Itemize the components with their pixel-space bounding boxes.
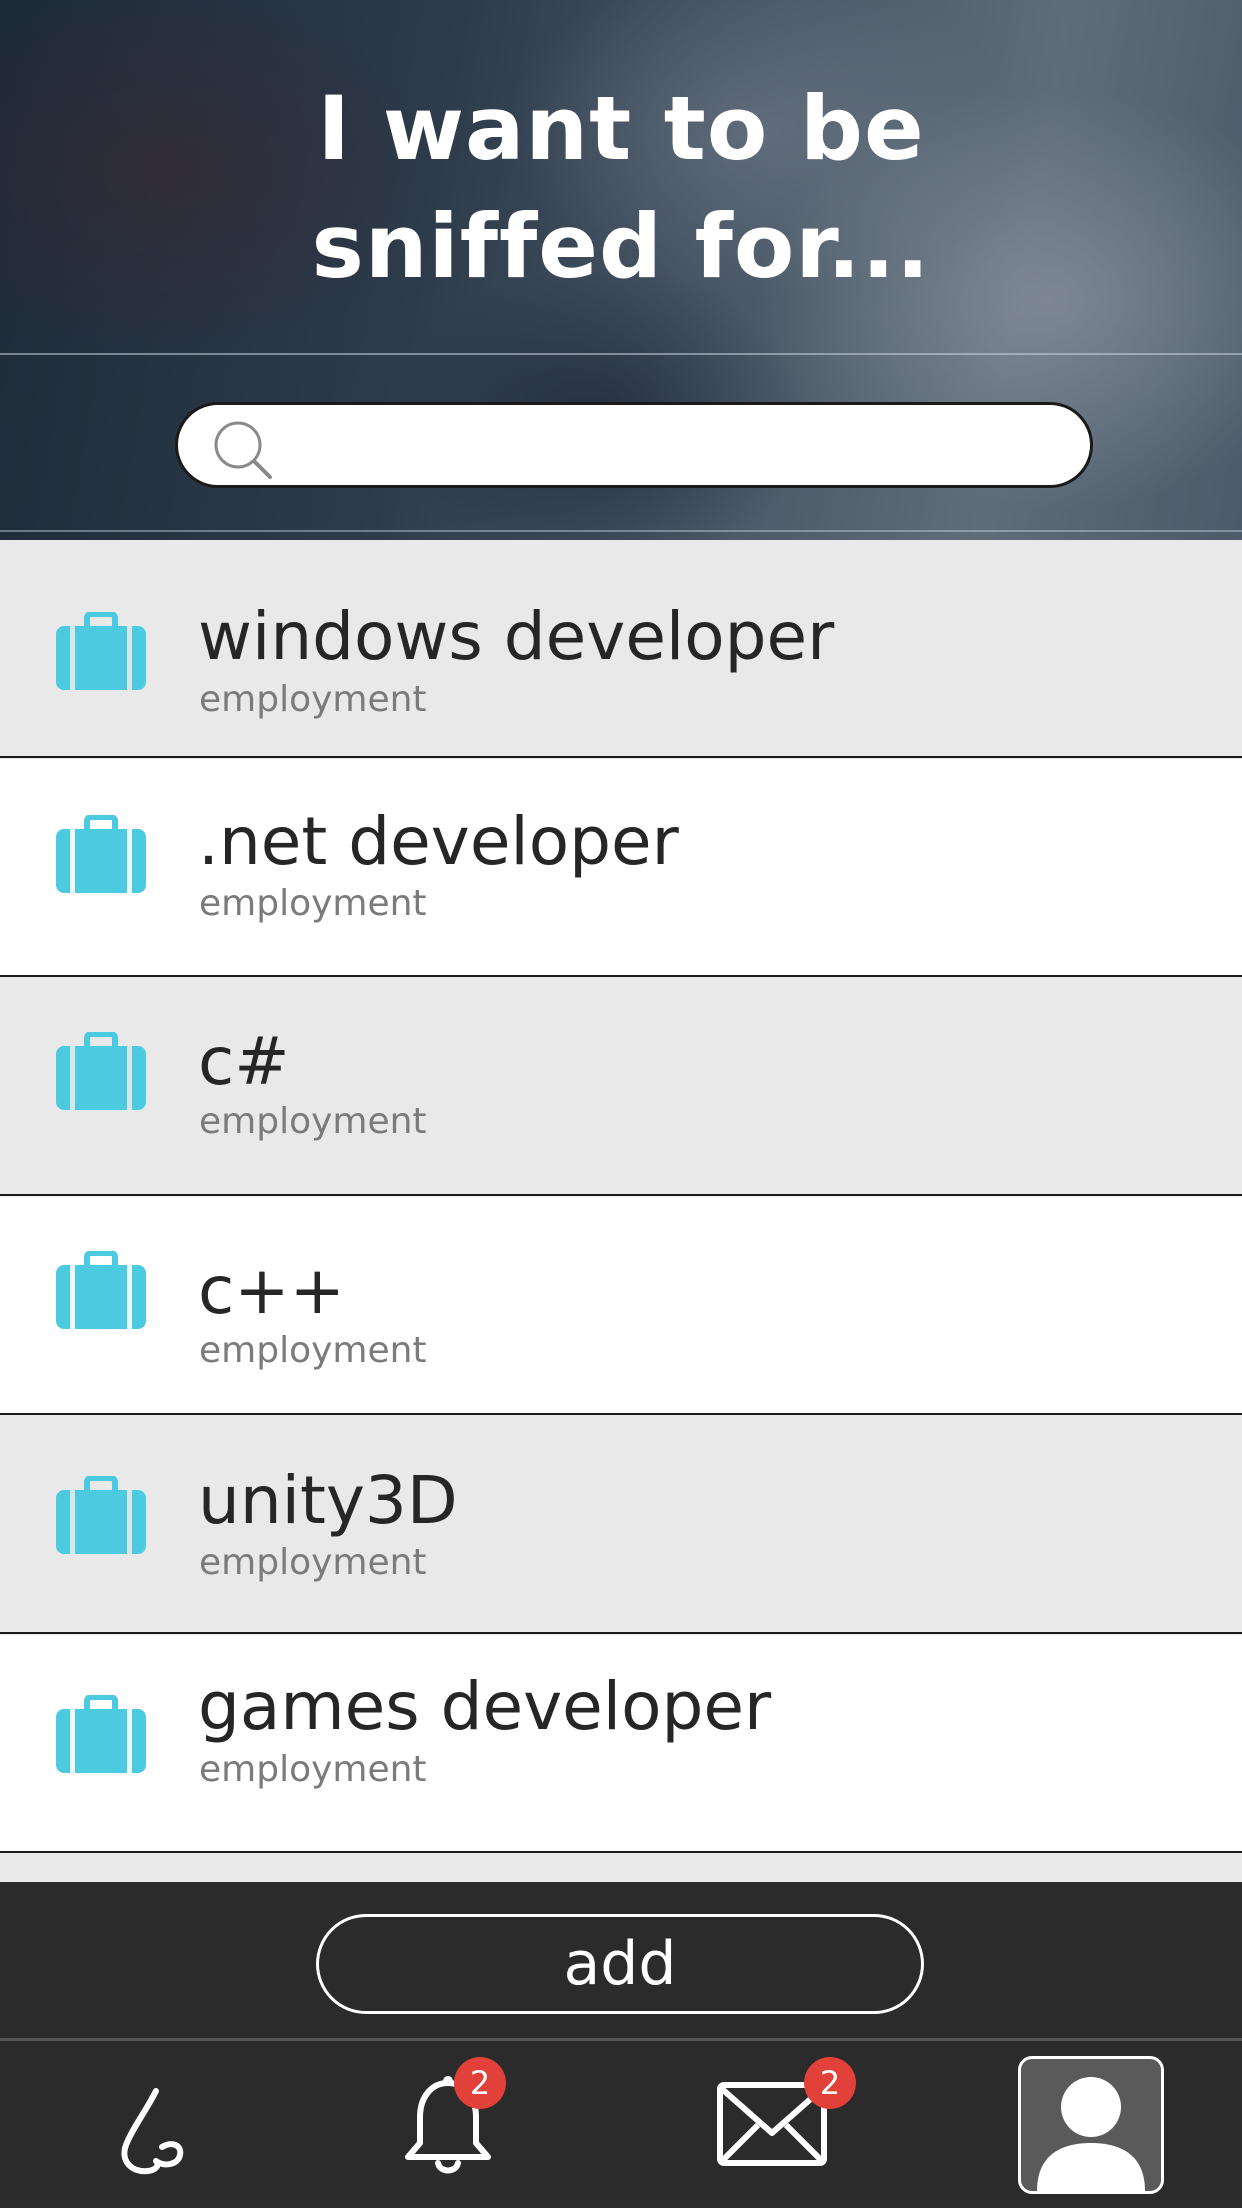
list-item[interactable]: c++ employment — [0, 1197, 1242, 1415]
tab-bar: 2 2 — [0, 2041, 1242, 2208]
header-divider-top — [0, 353, 1242, 355]
list-item-title: c# — [198, 1023, 290, 1100]
list-item-category: employment — [199, 679, 427, 720]
list-item[interactable]: games developer employment — [0, 1635, 1242, 1853]
profile-icon — [1037, 2077, 1145, 2191]
list-item-category: employment — [199, 1542, 427, 1583]
tab-profile[interactable] — [1018, 2056, 1164, 2194]
list-item[interactable]: unity3D employment — [0, 1416, 1242, 1634]
interest-list: windows developer employment .net develo… — [0, 540, 1242, 1882]
list-item[interactable]: .net developer employment — [0, 759, 1242, 977]
add-bar: add — [0, 1882, 1242, 2038]
list-item-title: games developer — [198, 1668, 772, 1745]
briefcase-icon — [56, 815, 146, 893]
add-button[interactable]: add — [316, 1914, 924, 2014]
notifications-badge: 2 — [454, 2057, 506, 2109]
briefcase-icon — [56, 1251, 146, 1329]
list-item-category: employment — [199, 1330, 427, 1371]
page-title-line-2: sniffed for... — [311, 195, 931, 298]
page-title-line-1: I want to be — [317, 77, 925, 180]
tab-messages[interactable]: 2 — [716, 2057, 856, 2181]
briefcase-icon — [56, 1476, 146, 1554]
briefcase-icon — [56, 1695, 146, 1773]
briefcase-icon — [56, 612, 146, 690]
list-item-category: employment — [199, 883, 427, 924]
list-item-title: c++ — [198, 1252, 345, 1329]
search-icon — [214, 421, 272, 479]
list-item-category: employment — [199, 1101, 427, 1142]
search-input[interactable] — [278, 417, 1068, 475]
nose-icon — [121, 2088, 184, 2175]
list-item-title: windows developer — [198, 598, 835, 675]
tab-sniff[interactable] — [110, 2081, 210, 2181]
page-title: I want to be sniffed for... — [0, 70, 1242, 306]
tab-notifications[interactable]: 2 — [400, 2057, 510, 2191]
list-item-title: unity3D — [198, 1462, 458, 1539]
briefcase-icon — [56, 1032, 146, 1110]
messages-badge: 2 — [804, 2057, 856, 2109]
list-item[interactable]: c# employment — [0, 978, 1242, 1196]
header: I want to be sniffed for... — [0, 0, 1242, 540]
list-item-category: employment — [199, 1749, 427, 1790]
list-item-title: .net developer — [198, 803, 679, 880]
list-item[interactable]: windows developer employment — [0, 540, 1242, 758]
header-divider-bottom — [0, 530, 1242, 532]
search-bar[interactable] — [175, 402, 1093, 488]
